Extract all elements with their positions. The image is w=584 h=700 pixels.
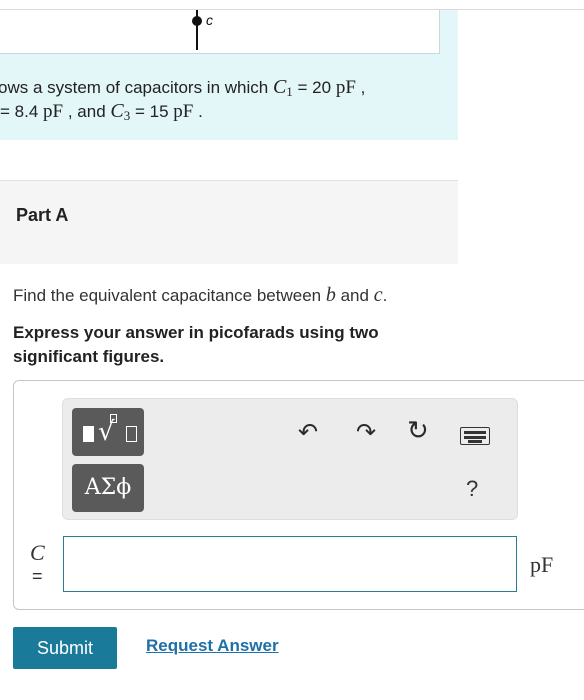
undo-icon[interactable]: ↶ (298, 418, 318, 446)
keyboard-icon[interactable] (460, 427, 490, 445)
intro-punct: . (198, 102, 203, 121)
intro-text-line2: = 8.4 pF , and C3 = 15 pF . (0, 100, 203, 124)
submit-button[interactable]: Submit (13, 627, 117, 669)
intro-punct: , (360, 78, 366, 97)
answer-variable: C (30, 540, 45, 565)
question-prefix: Find the equivalent capacitance between (13, 286, 322, 305)
circuit-figure (0, 10, 440, 54)
templates-icon (83, 426, 94, 442)
templates-icon-box (126, 426, 137, 442)
c1-symbol: C (272, 76, 287, 98)
greek-symbols-label: ΑΣϕ (84, 475, 132, 500)
answer-instruction: Express your answer in picofarads using … (13, 323, 379, 366)
c2-unit: pF (43, 101, 64, 122)
answer-unit: pF (530, 552, 554, 577)
c3-subscript: 3 (123, 108, 131, 123)
c1-unit: pF (335, 77, 356, 98)
question-end: . (382, 286, 388, 305)
circuit-node (192, 16, 202, 26)
part-header[interactable] (0, 180, 458, 264)
node-label-c: c (206, 12, 213, 28)
request-answer-link[interactable]: Request Answer (146, 636, 279, 656)
var-b: b (325, 284, 336, 306)
answer-input[interactable] (63, 536, 517, 592)
intro-text-line1: ows a system of capacitors in which C1 =… (0, 76, 365, 100)
c2-value: = 8.4 (0, 102, 39, 121)
help-button[interactable]: ? (466, 476, 478, 502)
redo-icon[interactable]: ↷ (356, 418, 376, 446)
greek-symbols-button[interactable]: ΑΣϕ (72, 464, 144, 512)
intro-text: ows a system of capacitors in which (0, 78, 269, 97)
c1-value: = 20 (297, 78, 332, 97)
question-text: Find the equivalent capacitance between … (13, 284, 387, 307)
reset-icon[interactable]: ↻ (407, 416, 429, 446)
c3-unit: pF (173, 101, 194, 122)
c3-value: = 15 (134, 102, 169, 121)
c1-subscript: 1 (286, 84, 293, 99)
c3-symbol: C (110, 100, 124, 122)
part-title: Part A (16, 205, 69, 225)
question-and: and (340, 286, 369, 305)
answer-equals: = (32, 566, 43, 586)
intro-text: , and (67, 102, 106, 121)
templates-button[interactable]: √ (72, 408, 144, 456)
var-c: c (373, 284, 383, 306)
